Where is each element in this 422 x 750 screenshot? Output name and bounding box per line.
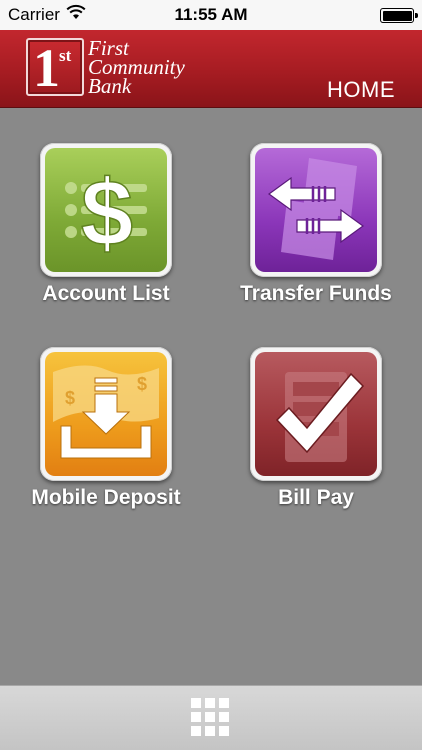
transfer-funds-label[interactable]: Transfer Funds [226,282,406,306]
bill-pay-tile-frame[interactable] [250,347,382,481]
svg-text:$: $ [137,374,147,394]
transfer-funds-button[interactable]: Transfer Funds [226,143,406,306]
logo-suffix: st [59,46,72,65]
transfer-arrows-icon[interactable] [255,148,377,272]
status-bar: Carrier 11:55 AM [0,0,422,30]
battery-icon [380,8,418,23]
app-header: 1 st First Community Bank HOME [0,30,422,108]
account-list-label[interactable]: Account List [16,282,196,306]
mobile-deposit-label[interactable]: Mobile Deposit [16,486,196,510]
svg-text:$: $ [65,388,75,408]
bank-logo-icon: 1 st [26,38,84,98]
bank-name: First Community Bank [88,38,185,98]
account-list-button[interactable]: $ Account List [16,143,196,306]
home-menu: $ Account List Transfer Funds $ $ Mobile… [0,109,422,685]
logo-numeral: 1 [33,38,60,98]
page-title: HOME [327,77,395,102]
mobile-deposit-button[interactable]: $ $ Mobile Deposit [16,347,196,510]
bill-pay-button[interactable]: Bill Pay [226,347,406,510]
dollar-list-icon[interactable]: $ [45,148,167,272]
checkmark-icon[interactable] [255,352,377,476]
svg-text:$: $ [81,160,133,265]
transfer-funds-tile-frame[interactable] [250,143,382,277]
mobile-deposit-tile-frame[interactable]: $ $ [40,347,172,481]
bill-pay-label[interactable]: Bill Pay [226,486,406,510]
grid-menu-icon[interactable] [191,698,229,736]
bottom-toolbar [0,685,422,750]
clock: 11:55 AM [174,5,248,24]
deposit-download-icon[interactable]: $ $ [45,352,167,476]
account-list-tile-frame[interactable]: $ [40,143,172,277]
bank-name-line: Bank [88,74,132,98]
